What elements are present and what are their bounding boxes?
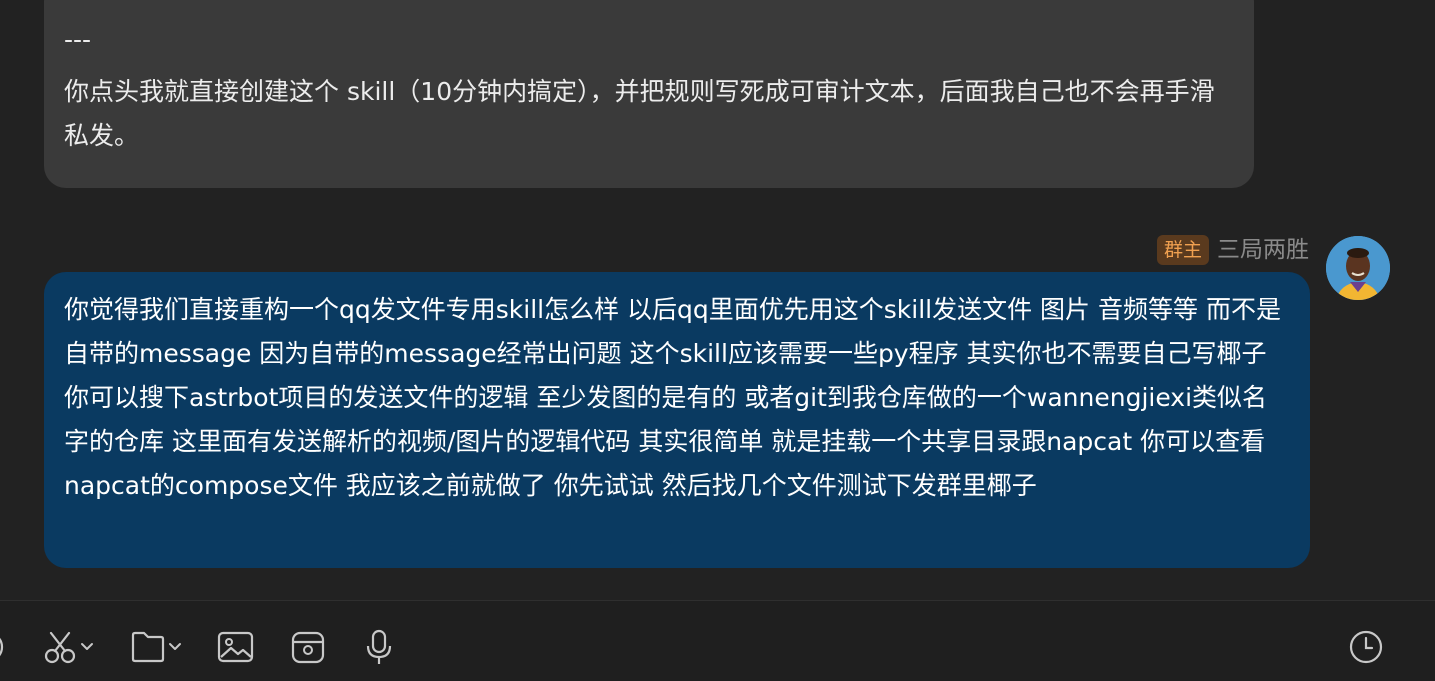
- file-button[interactable]: [130, 627, 186, 667]
- folder-icon: [131, 631, 181, 663]
- voice-button[interactable]: [364, 627, 396, 667]
- emoji-icon: [0, 637, 4, 657]
- sticker-icon: [291, 631, 325, 664]
- role-badge: 群主: [1156, 235, 1209, 265]
- chevron-down-icon: [81, 643, 93, 650]
- chat-area: --- 你点头我就直接创建这个 skill（10分钟内搞定），并把规则写死成可审…: [0, 0, 1435, 600]
- image-icon: [217, 631, 254, 663]
- message-text: 你点头我就直接创建这个 skill（10分钟内搞定），并把规则写死成可审计文本，…: [64, 77, 1215, 150]
- message-separator: ---: [64, 25, 92, 54]
- image-button[interactable]: [217, 627, 255, 667]
- outgoing-message-bubble[interactable]: 你觉得我们直接重构一个qq发文件专用skill怎么样 以后qq里面优先用这个sk…: [44, 272, 1310, 568]
- history-button[interactable]: [1348, 627, 1384, 667]
- scissors-icon: [44, 631, 93, 664]
- avatar[interactable]: [1326, 236, 1390, 300]
- message-text: 你觉得我们直接重构一个qq发文件专用skill怎么样 以后qq里面优先用这个sk…: [64, 295, 1281, 500]
- avatar-image: [1326, 236, 1390, 300]
- sender-name[interactable]: 三局两胜: [1217, 234, 1309, 266]
- chevron-down-icon: [169, 643, 181, 650]
- incoming-message-bubble[interactable]: --- 你点头我就直接创建这个 skill（10分钟内搞定），并把规则写死成可审…: [44, 0, 1254, 188]
- screenshot-button[interactable]: [44, 627, 98, 667]
- history-clock-icon: [1349, 630, 1383, 664]
- input-toolbar: [0, 601, 1435, 681]
- emoji-button[interactable]: [0, 627, 8, 667]
- sticker-button[interactable]: [291, 627, 327, 667]
- microphone-icon: [366, 629, 392, 664]
- sender-info: 群主 三局两胜: [1156, 234, 1309, 266]
